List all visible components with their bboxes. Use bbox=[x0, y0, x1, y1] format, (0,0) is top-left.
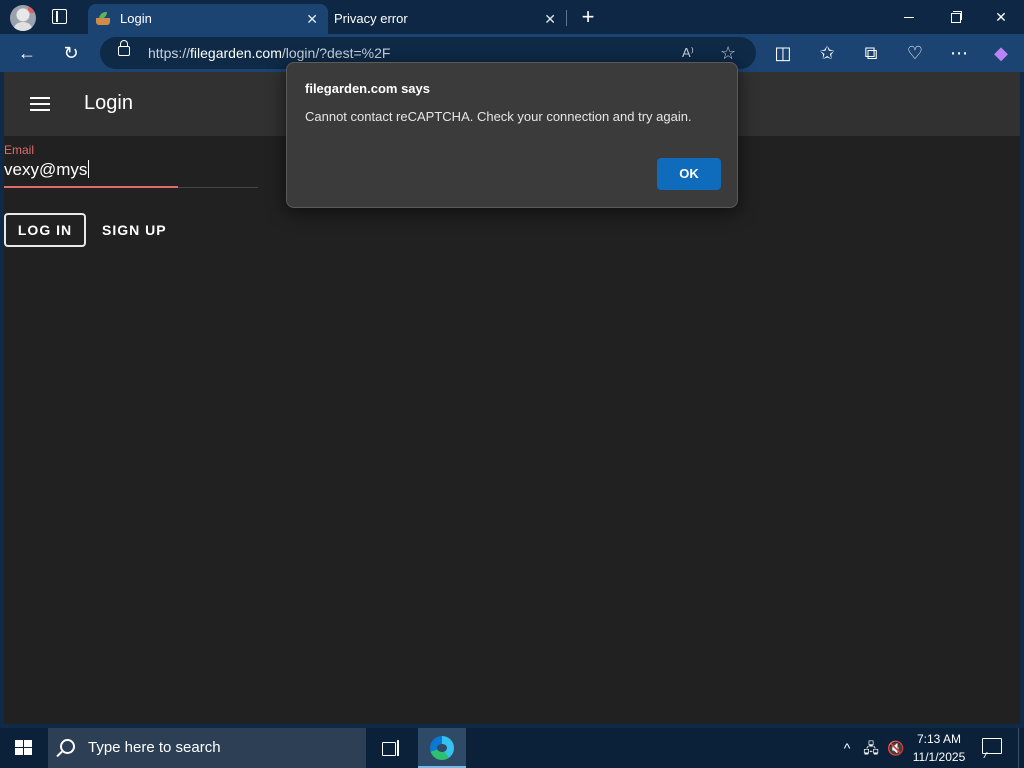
tab-privacy-error[interactable]: Privacy error ✕ bbox=[326, 4, 566, 34]
clock-date: 11/1/2025 bbox=[912, 750, 966, 764]
split-screen-icon[interactable]: ◫ bbox=[768, 38, 798, 68]
more-menu-icon[interactable]: ⋯ bbox=[944, 38, 974, 68]
email-field-underline bbox=[4, 186, 178, 188]
close-window-button[interactable]: ✕ bbox=[978, 0, 1024, 34]
minimize-button[interactable] bbox=[886, 0, 932, 34]
tab-login[interactable]: Login ✕ bbox=[88, 4, 328, 34]
tab-label: Login bbox=[120, 11, 152, 26]
search-placeholder: Type here to search bbox=[88, 739, 221, 756]
edge-logo-icon bbox=[430, 736, 454, 760]
network-icon[interactable]: 🖧 bbox=[860, 728, 882, 768]
clock-time: 7:13 AM bbox=[916, 732, 962, 746]
tab-actions-icon[interactable] bbox=[52, 9, 68, 25]
divider bbox=[178, 187, 258, 188]
refresh-icon[interactable]: ↻ bbox=[56, 38, 86, 68]
ok-button[interactable]: OK bbox=[657, 158, 721, 190]
close-tab-icon[interactable]: ✕ bbox=[544, 4, 556, 34]
filegarden-favicon-icon bbox=[95, 12, 111, 26]
email-field[interactable]: vexy@mys bbox=[4, 160, 90, 180]
notifications-icon[interactable] bbox=[982, 738, 1002, 754]
profile-avatar-icon[interactable] bbox=[10, 5, 36, 31]
taskbar-search-input[interactable]: Type here to search bbox=[48, 728, 366, 768]
tab-divider bbox=[566, 10, 567, 26]
restore-button[interactable] bbox=[932, 0, 978, 34]
show-desktop-button[interactable] bbox=[1018, 728, 1024, 768]
signup-button[interactable]: SIGN UP bbox=[102, 213, 167, 247]
close-tab-icon[interactable]: ✕ bbox=[306, 4, 318, 34]
search-icon bbox=[60, 739, 75, 754]
favorites-icon[interactable]: ✩ bbox=[812, 38, 842, 68]
volume-muted-icon[interactable]: 🔇 bbox=[886, 728, 906, 768]
alert-dialog: filegarden.com says Cannot contact reCAP… bbox=[286, 62, 738, 208]
lock-icon[interactable] bbox=[118, 40, 130, 56]
back-arrow-icon[interactable]: ← bbox=[12, 38, 42, 68]
copilot-icon[interactable]: ◆ bbox=[986, 38, 1016, 68]
system-clock[interactable]: 7:13 AM 11/1/2025 bbox=[910, 730, 968, 766]
collections-icon[interactable]: ⧉ bbox=[856, 38, 886, 68]
browser-titlebar: Login ✕ Privacy error ✕ + ✕ bbox=[0, 0, 1024, 34]
browser-essentials-icon[interactable]: ♡ bbox=[900, 38, 930, 68]
dialog-title: filegarden.com says bbox=[305, 81, 430, 96]
page-title: Login bbox=[84, 92, 133, 114]
show-hidden-icons-chevron-icon[interactable]: ^ bbox=[838, 728, 856, 768]
email-label: Email bbox=[4, 143, 35, 157]
dialog-message: Cannot contact reCAPTCHA. Check your con… bbox=[305, 109, 692, 124]
edge-taskbar-button[interactable] bbox=[418, 728, 466, 768]
task-view-icon[interactable] bbox=[382, 740, 400, 756]
menu-icon[interactable] bbox=[30, 97, 50, 111]
windows-start-icon[interactable] bbox=[15, 740, 33, 756]
login-button[interactable]: LOG IN bbox=[4, 213, 86, 247]
new-tab-button[interactable]: + bbox=[576, 4, 600, 30]
taskbar: Type here to search ^ 🖧 🔇 7:13 AM 11/1/2… bbox=[0, 728, 1024, 768]
tab-label: Privacy error bbox=[334, 11, 408, 26]
